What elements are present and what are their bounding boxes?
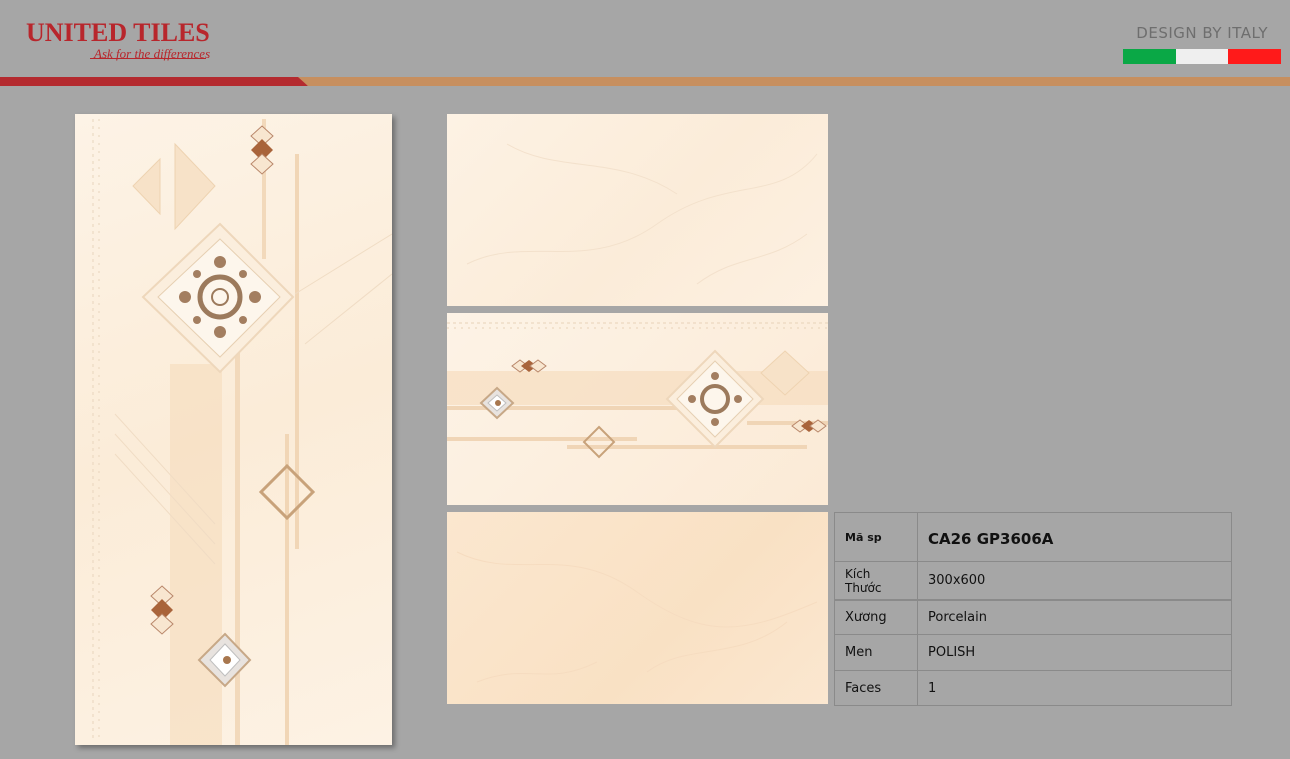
decor-border-pattern [447,322,828,459]
decor-border-tile[interactable] [447,313,828,505]
spec-value: Porcelain [917,599,1232,635]
brand-name: UNITED TILES [26,18,210,47]
spec-row-faces: Faces 1 [834,670,1232,706]
spec-label: Mã sp [834,512,918,562]
flag-red-stripe [1228,49,1282,64]
tagline-underline [90,58,206,59]
header-divider-bar [0,77,1290,86]
small-diamond-cluster-right [791,419,827,433]
brand-logo[interactable]: UNITED TILES Ask for the differences [26,18,226,68]
flag-white-stripe [1175,49,1229,64]
flag-green-stripe [1123,49,1176,64]
damask-medallion-icon [141,222,295,374]
marble-veins [466,143,818,285]
spec-value: 1 [917,670,1232,706]
spec-label: Kích Thước [834,561,918,601]
spec-row-size: Kích Thước 300x600 [834,561,1232,601]
plain-wall-tile-warm[interactable] [447,512,828,704]
small-diamond-cluster-top [250,125,274,175]
spec-value: CA26 GP3606A [917,512,1232,562]
product-spec-table: Mã sp CA26 GP3606A Kích Thước 300x600 Xư… [834,512,1232,706]
spec-row-code: Mã sp CA26 GP3606A [834,512,1232,562]
dotted-edge [92,119,100,739]
header-bar-red [0,77,308,86]
spec-value: 300x600 [917,561,1232,601]
spec-row-glaze: Men POLISH [834,634,1232,671]
spec-label: Xương [834,599,918,635]
marble-veins [456,551,818,683]
brand-tagline: Ask for the differences [94,46,211,61]
italy-flag-icon [1123,49,1282,64]
spec-label: Faces [834,670,918,706]
spec-row-body: Xương Porcelain [834,599,1232,635]
design-by-label: DESIGN BY ITALY [1136,24,1268,42]
plain-wall-tile-light[interactable] [447,114,828,306]
tall-tile-pattern [92,119,392,745]
damask-medallion-icon [665,349,765,449]
small-diamond-cluster-left [511,359,547,373]
spec-value: POLISH [917,634,1232,671]
header-bar-tan [298,77,1290,86]
spec-label: Men [834,634,918,671]
tall-feature-tile[interactable] [75,114,392,745]
small-diamond-cluster-bottom [150,585,174,635]
